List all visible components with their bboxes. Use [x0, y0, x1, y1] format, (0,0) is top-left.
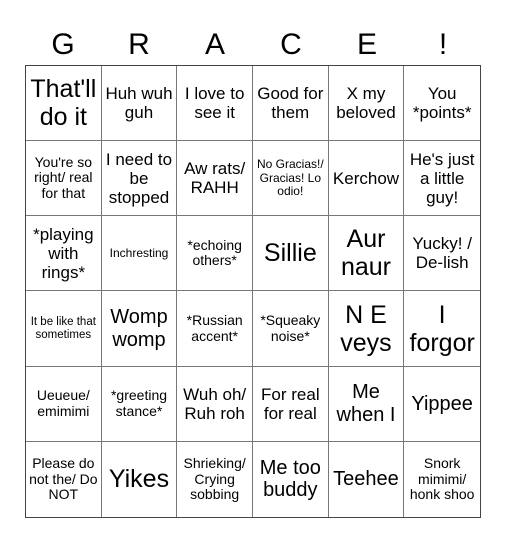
bingo-cell-text: *greeting stance* [110, 387, 168, 419]
bingo-cell-text: He's just a little guy! [409, 149, 475, 207]
bingo-cell[interactable]: *greeting stance* [101, 366, 178, 442]
bingo-cell-text: It be like that sometimes [30, 315, 96, 341]
header-letter-g: G [51, 28, 75, 61]
bingo-cell[interactable]: I forgor [404, 291, 480, 367]
bingo-cell-text: *playing with rings* [33, 224, 94, 282]
bingo-cell-text: That'll do it [30, 75, 97, 132]
bingo-cell[interactable]: Please do not the/ Do NOT [26, 441, 102, 517]
bingo-cell-text: Aur naur [340, 225, 392, 282]
bingo-cell[interactable]: Yikes [102, 441, 178, 517]
bingo-cell[interactable]: Wuh oh/ Ruh roh [177, 366, 253, 442]
bingo-cell-text: *echoing others* [187, 236, 242, 269]
bingo-cell[interactable]: Shrieking/ Crying sobbing [177, 441, 253, 517]
bingo-cell[interactable]: I need to be stopped [101, 141, 178, 217]
bingo-cell-text: Yucky! / De-lish [412, 234, 472, 273]
bingo-cell-text: N E veys [340, 300, 392, 357]
bingo-cell[interactable]: Yucky! / De-lish [404, 216, 480, 292]
bingo-cell[interactable]: No Gracias!/ Gracias! Lo odio! [252, 141, 329, 217]
header-letter-e: E [356, 28, 377, 61]
bingo-cell[interactable]: Good for them [252, 66, 329, 142]
bingo-cell-text: Wuh oh/ Ruh roh [183, 384, 247, 423]
bingo-cell[interactable]: You're so right/ real for that [26, 141, 102, 217]
bingo-cell-text: Ueueue/ emimimi [36, 387, 90, 419]
bingo-cell-text: You *points* [412, 84, 472, 123]
bingo-header: G R A C E ! [25, 26, 481, 64]
bingo-cell[interactable]: Snork mimimi/ honk shoo [404, 442, 480, 517]
header-letter-r: R [128, 28, 150, 61]
header-letter-c: C [280, 28, 302, 61]
bingo-cell-text: I need to be stopped [105, 149, 173, 207]
bingo-cell-text: No Gracias!/ Gracias! Lo odio! [256, 157, 324, 198]
bingo-cell[interactable]: Aw rats/ RAHH [177, 141, 253, 217]
bingo-cell[interactable]: Womp womp [101, 291, 178, 367]
bingo-cell[interactable]: X my beloved [328, 66, 405, 142]
bingo-cell[interactable]: *playing with rings* [26, 216, 102, 292]
bingo-cell-text: Womp womp [110, 306, 168, 351]
bingo-cell-text: Yikes [108, 465, 170, 494]
bingo-cell[interactable]: Aur naur [328, 216, 405, 292]
bingo-cell-text: *Squeaky noise* [260, 311, 321, 344]
bingo-cell[interactable]: Huh wuh guh [101, 66, 178, 142]
bingo-cell[interactable]: Teehee [329, 441, 405, 517]
bingo-cell-text: Teehee [333, 468, 399, 491]
bingo-cell[interactable]: I love to see it [177, 66, 253, 142]
bingo-cell[interactable]: Sillie [252, 216, 329, 292]
bingo-cell[interactable]: It be like that sometimes [26, 291, 102, 367]
bingo-cell[interactable]: Inchresting [101, 216, 178, 292]
bingo-cell-text: Me too buddy [259, 457, 321, 502]
bingo-cell-text: Sillie [263, 239, 317, 268]
bingo-cell-text: X my beloved [336, 84, 396, 123]
bingo-cell[interactable]: *Russian accent* [177, 291, 253, 367]
bingo-cell[interactable]: Yippee [404, 367, 480, 442]
bingo-cell[interactable]: Kerchow [328, 141, 405, 217]
bingo-cell-text: Yippee [411, 392, 473, 415]
bingo-cell-text: Snork mimimi/ honk shoo [409, 454, 475, 503]
bingo-cell[interactable]: Ueueue/ emimimi [26, 366, 102, 442]
bingo-cell-text: Aw rats/ RAHH [184, 159, 246, 198]
bingo-cell-text: Inchresting [109, 245, 169, 260]
bingo-cell[interactable]: That'll do it [26, 66, 102, 142]
bingo-cell-text: You're so right/ real for that [34, 153, 93, 202]
bingo-cell-text: Good for them [257, 84, 324, 123]
bingo-cell-text: Kerchow [332, 168, 400, 188]
bingo-cell-text: Please do not the/ Do NOT [29, 454, 98, 503]
bingo-cell[interactable]: N E veys [328, 291, 405, 367]
bingo-cell-text: *Russian accent* [186, 311, 243, 344]
bingo-cell[interactable]: You *points* [404, 66, 480, 142]
header-letter-a: A [204, 28, 225, 61]
bingo-cell[interactable]: *Squeaky noise* [252, 291, 329, 367]
bingo-cell[interactable]: For real for real [252, 366, 329, 442]
bingo-cell-text: Huh wuh guh [105, 84, 173, 123]
bingo-cell-text: For real for real [261, 384, 320, 423]
bingo-cell-text: Me when I [336, 381, 396, 426]
bingo-cell-text: Shrieking/ Crying sobbing [183, 454, 246, 503]
bingo-cell[interactable]: Me when I [328, 366, 405, 442]
bingo-cell-text: I forgor [409, 300, 475, 357]
bingo-cell[interactable]: He's just a little guy! [404, 141, 480, 217]
bingo-cell[interactable]: Me too buddy [253, 441, 329, 517]
bingo-grid: That'll do it Huh wuh guh I love to see it… [25, 65, 481, 518]
header-letter-exclaim: ! [438, 28, 448, 61]
bingo-cell[interactable]: *echoing others* [177, 216, 253, 292]
bingo-cell-text: I love to see it [184, 84, 245, 123]
